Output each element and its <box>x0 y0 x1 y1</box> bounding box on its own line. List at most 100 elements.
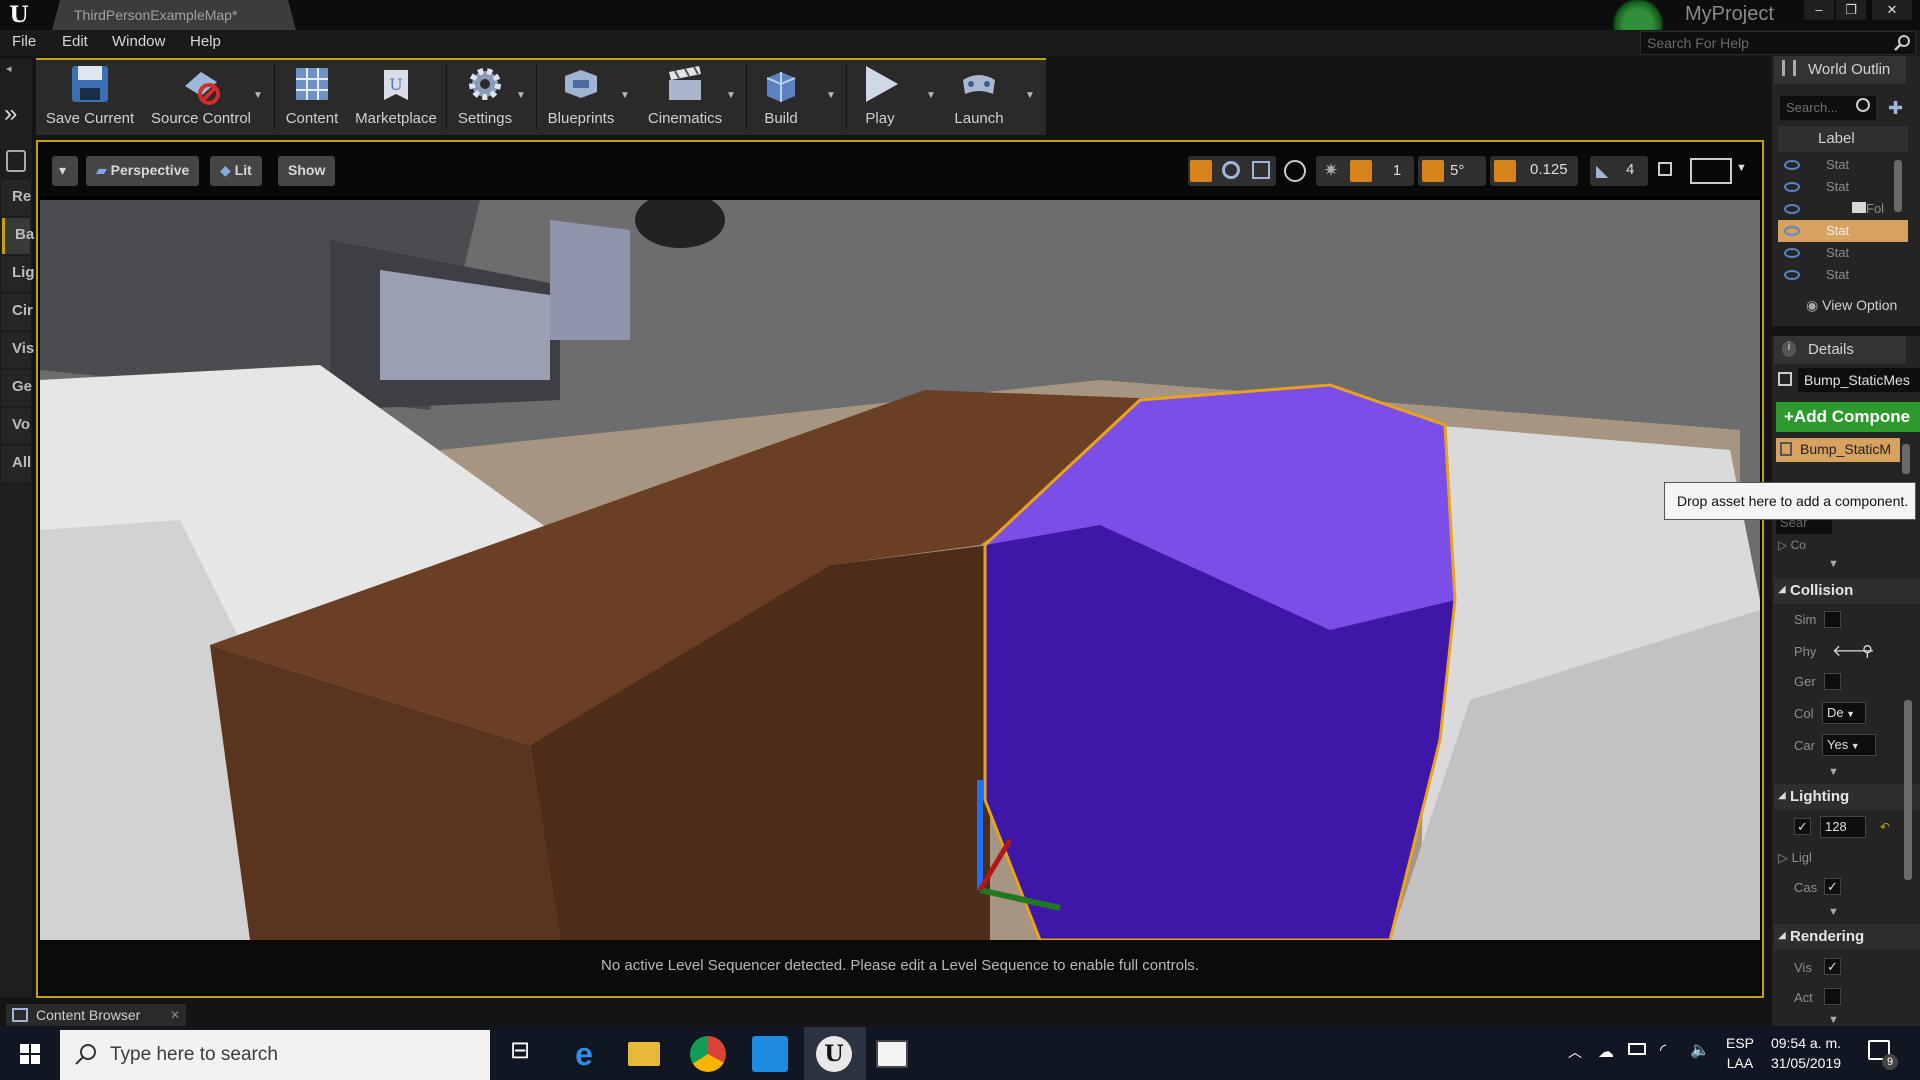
cinematics-button[interactable]: Cinematics <box>640 62 730 132</box>
viewport-options-dropdown[interactable]: ▾ <box>52 156 78 186</box>
add-outliner-icon[interactable]: ✚ <box>1888 98 1903 119</box>
outliner-scrollbar[interactable] <box>1894 160 1902 212</box>
collision-advanced-icon[interactable]: ▼ <box>1828 766 1839 778</box>
input-language-indicator[interactable]: ESP LAA <box>1722 1033 1758 1073</box>
advanced-expand-icon[interactable]: ▼ <box>1828 558 1839 570</box>
wifi-icon[interactable]: ◜ <box>1660 1040 1666 1060</box>
grid-snap-value[interactable]: 1 <box>1384 156 1410 186</box>
maximize-button[interactable]: ❐ <box>1836 0 1866 20</box>
close-button[interactable]: ✕ <box>1872 0 1912 20</box>
system-clock[interactable]: 09:54 a. m. 31/05/2019 <box>1768 1033 1844 1073</box>
simulation-hit-checkbox[interactable] <box>1824 611 1841 628</box>
visibility-eye-icon[interactable] <box>1784 204 1800 214</box>
show-button[interactable]: Show <box>278 156 336 186</box>
tray-chevron-icon[interactable]: ︿ <box>1568 1042 1582 1062</box>
layout-grid-icon[interactable] <box>1690 158 1732 184</box>
build-dropdown-icon[interactable]: ▼ <box>826 90 836 101</box>
visibility-eye-icon[interactable] <box>1784 160 1800 170</box>
scale-snap-value[interactable]: 0.125 <box>1530 161 1568 178</box>
search-icon[interactable] <box>1893 33 1913 53</box>
modes-search-icon[interactable] <box>6 150 26 172</box>
build-button[interactable]: Build <box>750 62 812 132</box>
left-tab-recent[interactable]: Re <box>2 180 31 216</box>
store-app-icon[interactable] <box>752 1036 788 1072</box>
play-button[interactable]: Play <box>852 62 908 132</box>
visibility-eye-icon[interactable] <box>1784 270 1800 280</box>
menu-file[interactable]: File <box>12 33 36 50</box>
left-tab-volumes[interactable]: Vo <box>2 408 30 444</box>
lighting-collapsed-row[interactable]: ▷ Ligl <box>1778 850 1812 866</box>
unreal-engine-taskbar-icon[interactable]: U <box>816 1036 852 1072</box>
add-component-button[interactable]: +Add Compone <box>1776 402 1920 432</box>
windows-start-icon[interactable] <box>0 1027 58 1080</box>
maximize-viewport-icon[interactable] <box>1658 162 1672 176</box>
launch-button[interactable]: Launch <box>946 62 1012 132</box>
rotation-snap-icon[interactable] <box>1422 160 1444 182</box>
taskbar-search-input[interactable]: Type here to search <box>60 1030 490 1080</box>
visibility-eye-icon[interactable] <box>1784 182 1800 192</box>
left-tab-geometry[interactable]: Ge <box>2 370 32 406</box>
view-options-button[interactable]: ◉ View Option <box>1806 297 1916 314</box>
rendering-advanced-icon[interactable]: ▼ <box>1828 1014 1839 1026</box>
camera-speed-value[interactable]: 4 <box>1626 161 1634 178</box>
scale-tool-icon[interactable] <box>1252 161 1270 179</box>
document-tab[interactable]: ThirdPersonExampleMap* <box>52 0 296 30</box>
world-coordinates-icon[interactable] <box>1284 160 1306 182</box>
lit-button[interactable]: ◆ Lit <box>210 156 262 186</box>
translate-tool-icon[interactable] <box>1190 160 1212 182</box>
components-scrollbar[interactable] <box>1902 444 1910 474</box>
menu-help[interactable]: Help <box>190 33 221 50</box>
launch-dropdown-icon[interactable]: ▼ <box>1025 90 1035 101</box>
actor-hidden-checkbox[interactable] <box>1824 988 1841 1005</box>
lightmap-override-checkbox[interactable]: ✓ <box>1794 818 1811 835</box>
perspective-button[interactable]: ▰ Perspective <box>86 156 200 186</box>
photos-app-icon[interactable] <box>876 1040 908 1068</box>
left-tab-visual[interactable]: Vis <box>2 332 34 368</box>
grid-snap-icon[interactable] <box>1350 160 1372 182</box>
rendering-section-header[interactable]: Rendering <box>1774 924 1920 950</box>
content-browser-tab[interactable]: Content Browser <box>6 1004 186 1026</box>
actor-name-field[interactable]: Bump_StaticMes <box>1798 368 1920 392</box>
outliner-search-icon[interactable] <box>1856 98 1870 112</box>
onedrive-cloud-icon[interactable]: ☁ <box>1598 1042 1614 1062</box>
collapsed-category-row[interactable]: ▷ Co <box>1778 538 1806 552</box>
menu-window[interactable]: Window <box>112 33 165 50</box>
component-row[interactable]: Bump_StaticM <box>1776 438 1900 462</box>
visible-checkbox[interactable]: ✓ <box>1824 958 1841 975</box>
visibility-eye-icon[interactable] <box>1784 248 1800 258</box>
scale-snap-icon[interactable] <box>1494 160 1516 182</box>
battery-icon[interactable] <box>1628 1043 1646 1055</box>
lightmap-resolution-field[interactable]: 128 <box>1820 816 1866 838</box>
chrome-browser-icon[interactable] <box>690 1036 726 1072</box>
collision-presets-select[interactable]: De ▼ <box>1822 702 1866 724</box>
left-tab-basic[interactable]: Ba <box>2 218 34 254</box>
cast-shadow-checkbox[interactable]: ✓ <box>1824 878 1841 895</box>
visibility-eye-icon[interactable] <box>1784 226 1800 236</box>
source-control-button[interactable]: Source Control <box>144 62 258 132</box>
surface-snap-icon[interactable]: ✷ <box>1320 160 1342 182</box>
settings-button[interactable]: Settings <box>450 62 520 132</box>
file-explorer-icon[interactable] <box>628 1042 660 1066</box>
left-tab-lights[interactable]: Lig <box>2 256 35 292</box>
volume-icon[interactable]: 🔈 <box>1690 1040 1710 1060</box>
browse-search-icon[interactable]: ⚲ <box>1862 642 1873 660</box>
details-scrollbar[interactable] <box>1904 700 1912 880</box>
save-current-button[interactable]: Save Current <box>40 62 140 132</box>
rotation-snap-value[interactable]: 5° <box>1450 162 1464 179</box>
reset-default-icon[interactable]: ↶ <box>1880 820 1890 834</box>
left-tab-all-classes[interactable]: All <box>2 446 31 482</box>
generate-overlap-checkbox[interactable] <box>1824 673 1841 690</box>
level-viewport[interactable] <box>40 200 1760 940</box>
pin-icon[interactable]: ◂ <box>6 62 12 75</box>
outliner-label-header[interactable]: Label <box>1778 126 1908 152</box>
help-search-input[interactable]: Search For Help <box>1640 31 1916 55</box>
menu-edit[interactable]: Edit <box>62 33 88 50</box>
content-button[interactable]: Content <box>278 62 346 132</box>
layout-dropdown-icon[interactable]: ▼ <box>1736 162 1747 174</box>
camera-speed-icon[interactable]: ◣ <box>1596 161 1608 181</box>
marketplace-button[interactable]: U Marketplace <box>350 62 442 132</box>
rotate-tool-icon[interactable] <box>1222 161 1240 179</box>
task-view-icon[interactable]: ⊟ <box>502 1036 538 1072</box>
settings-dropdown-icon[interactable]: ▼ <box>516 90 526 101</box>
lighting-section-header[interactable]: Lighting <box>1774 784 1920 810</box>
